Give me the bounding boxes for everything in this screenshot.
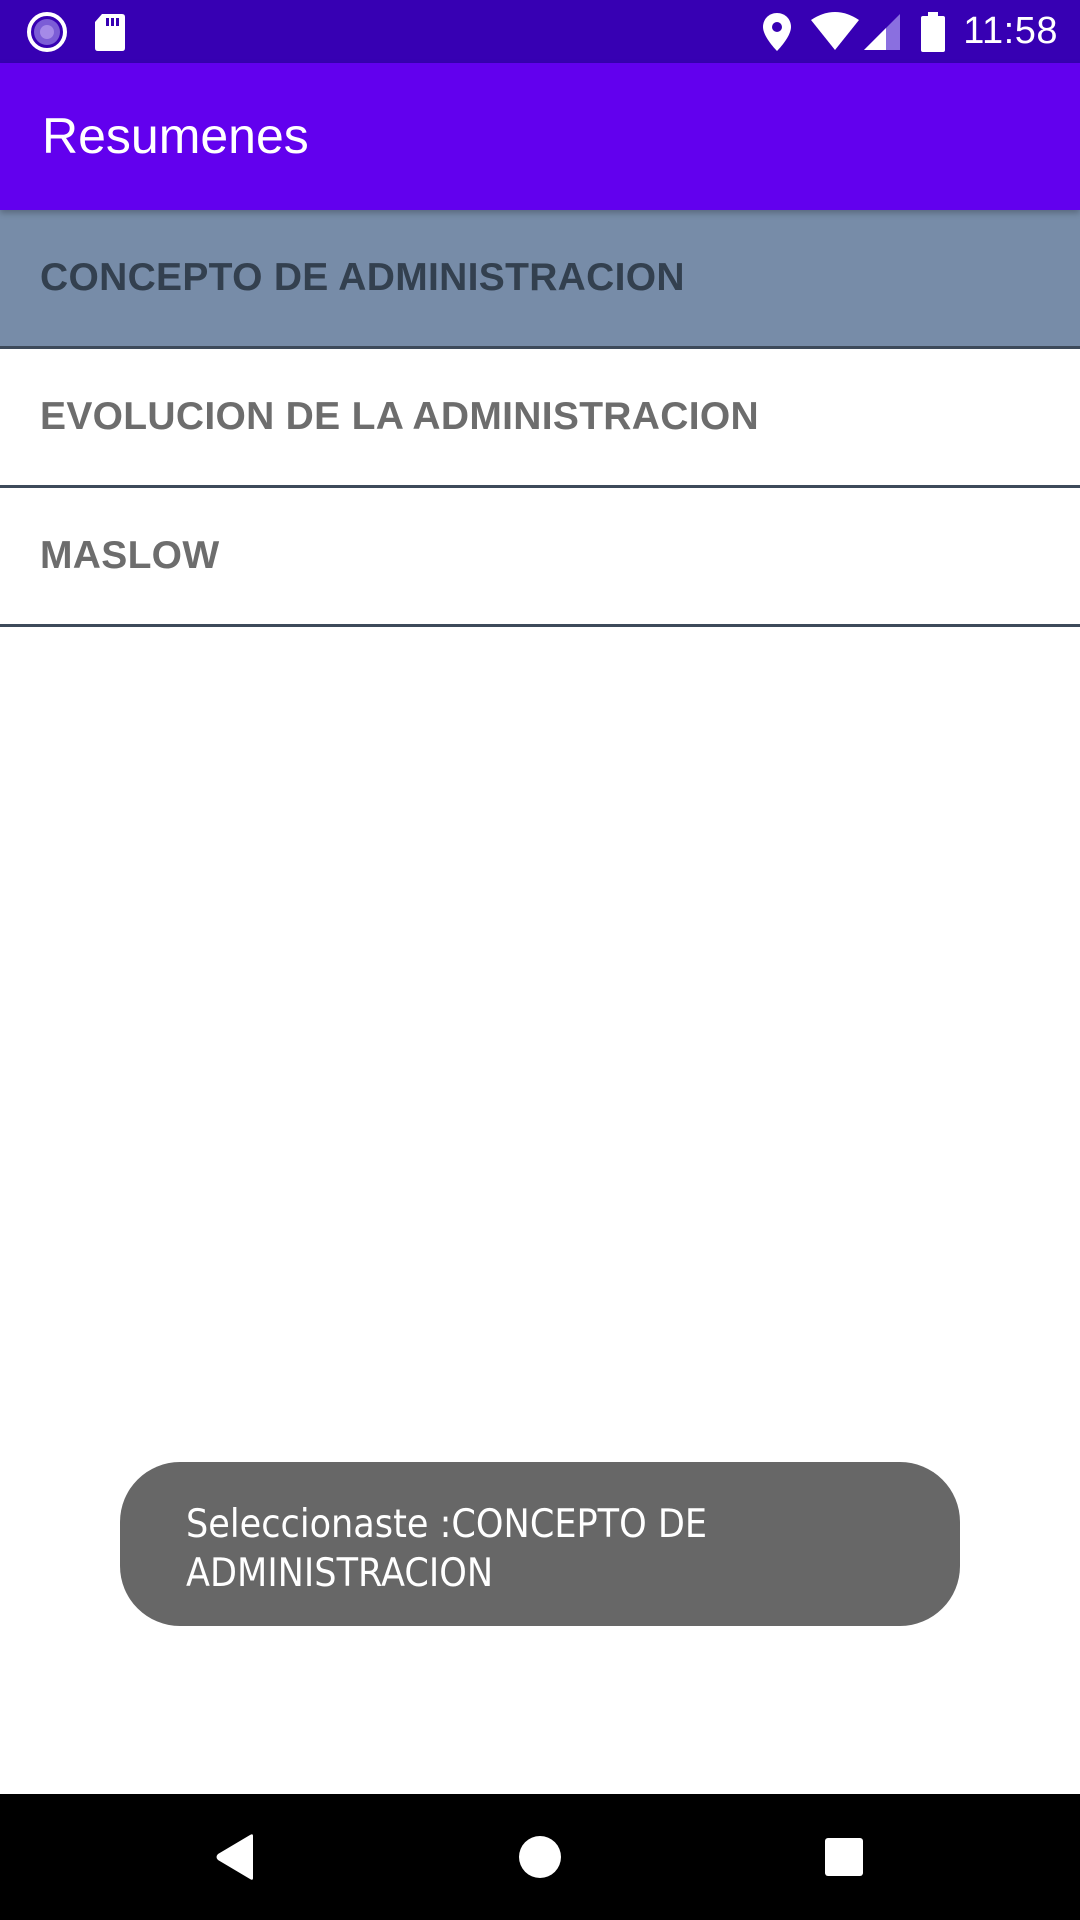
location-icon — [762, 0, 792, 63]
navigation-bar — [0, 1794, 1080, 1920]
app-bar: Resumenes — [0, 63, 1080, 210]
list-item-label: MASLOW — [40, 534, 220, 577]
battery-icon — [920, 0, 946, 63]
status-time: 11:58 — [963, 10, 1058, 52]
sd-card-icon — [94, 0, 126, 63]
page-title: Resumenes — [42, 108, 309, 164]
wifi-icon — [810, 0, 860, 63]
back-icon[interactable] — [172, 1794, 298, 1920]
list-item[interactable]: MASLOW — [0, 488, 1080, 627]
home-icon[interactable] — [477, 1794, 603, 1920]
list-item-label: CONCEPTO DE ADMINISTRACION — [40, 256, 685, 299]
summary-list: CONCEPTO DE ADMINISTRACION EVOLUCION DE … — [0, 210, 1080, 627]
list-item-label: EVOLUCION DE LA ADMINISTRACION — [40, 395, 759, 438]
list-item[interactable]: EVOLUCION DE LA ADMINISTRACION — [0, 349, 1080, 488]
status-bar: 11:58 — [0, 0, 1080, 63]
podcast-icon — [26, 0, 68, 63]
toast: Seleccionaste :CONCEPTO DE ADMINISTRACIO… — [120, 1462, 960, 1626]
toast-message: Seleccionaste :CONCEPTO DE ADMINISTRACIO… — [186, 1502, 708, 1596]
signal-icon — [862, 0, 902, 63]
list-item[interactable]: CONCEPTO DE ADMINISTRACION — [0, 210, 1080, 349]
recents-icon[interactable] — [781, 1794, 907, 1920]
